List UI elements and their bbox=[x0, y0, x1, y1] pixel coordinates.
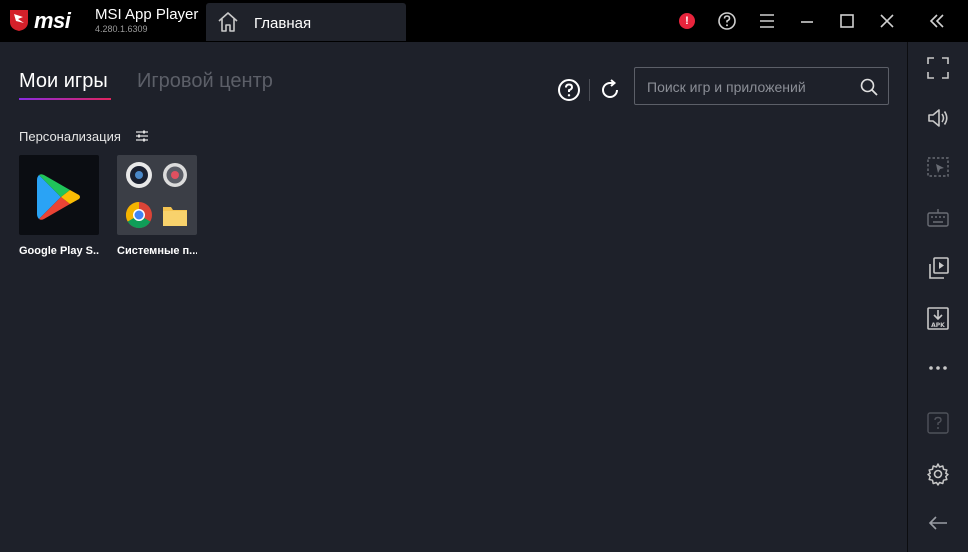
system-apps-folder-icon bbox=[125, 162, 187, 229]
menu-button[interactable] bbox=[755, 9, 779, 33]
right-sidebar: APK bbox=[907, 42, 968, 552]
volume-icon bbox=[928, 109, 948, 127]
app-thumbnail bbox=[117, 155, 197, 235]
refresh-icon bbox=[602, 79, 618, 98]
app-tile-google-play[interactable]: Google Play S... bbox=[19, 155, 99, 257]
media-manager-button[interactable] bbox=[925, 255, 951, 281]
back-arrow-icon bbox=[928, 516, 947, 530]
tab-home-label: Главная bbox=[254, 15, 312, 32]
help-icon bbox=[718, 12, 736, 30]
install-apk-button[interactable]: APK bbox=[925, 305, 951, 331]
back-button[interactable] bbox=[925, 510, 951, 536]
notification-alert-button[interactable]: ! bbox=[675, 9, 699, 33]
tab-my-games[interactable]: Мои игры bbox=[19, 70, 108, 93]
maximize-icon bbox=[840, 14, 854, 28]
active-tab-underline bbox=[19, 98, 111, 100]
more-icon bbox=[929, 366, 947, 370]
apk-install-icon: APK bbox=[927, 307, 949, 330]
close-button[interactable] bbox=[875, 9, 899, 33]
question-circle-icon bbox=[558, 79, 580, 101]
app-thumbnail bbox=[19, 155, 99, 235]
collapse-sidebar-button[interactable] bbox=[925, 9, 949, 33]
section-title: Персонализация bbox=[19, 129, 121, 144]
refresh-button[interactable] bbox=[598, 78, 622, 102]
search-icon[interactable] bbox=[859, 77, 879, 97]
selection-button[interactable] bbox=[925, 155, 951, 181]
app-version: 4.280.1.6309 bbox=[95, 24, 148, 34]
home-icon bbox=[218, 12, 238, 32]
tab-game-center[interactable]: Игровой центр bbox=[137, 70, 273, 93]
double-chevron-left-icon bbox=[929, 14, 944, 28]
main-content: Мои игры Игровой центр Персонализация bbox=[0, 42, 907, 552]
help-icon bbox=[927, 412, 949, 434]
minimize-icon bbox=[801, 21, 813, 23]
msi-dragon-logo-icon bbox=[10, 10, 28, 31]
media-manager-icon bbox=[929, 257, 949, 279]
title-bar: msi MSI App Player 4.280.1.6309 Главная … bbox=[0, 0, 968, 42]
app-title: MSI App Player bbox=[95, 6, 199, 23]
maximize-button[interactable] bbox=[835, 9, 859, 33]
games-help-button[interactable] bbox=[557, 78, 581, 102]
selection-icon bbox=[927, 157, 949, 177]
toolbar-divider bbox=[589, 79, 590, 101]
tab-home[interactable]: Главная bbox=[206, 3, 406, 41]
more-button[interactable] bbox=[925, 355, 951, 381]
personalize-sliders-icon[interactable] bbox=[135, 129, 149, 143]
fullscreen-button[interactable] bbox=[925, 55, 951, 81]
volume-button[interactable] bbox=[925, 105, 951, 131]
hamburger-menu-icon bbox=[760, 14, 774, 28]
search-box bbox=[634, 67, 889, 105]
app-label: Системные п... bbox=[117, 245, 197, 257]
sidebar-help-button[interactable] bbox=[925, 410, 951, 436]
fullscreen-icon bbox=[927, 57, 949, 79]
brand-logo-text: msi bbox=[34, 8, 71, 33]
settings-button[interactable] bbox=[925, 461, 951, 487]
help-button[interactable] bbox=[715, 9, 739, 33]
keyboard-icon bbox=[927, 209, 949, 227]
alert-icon: ! bbox=[679, 13, 695, 29]
app-label: Google Play S... bbox=[19, 245, 99, 257]
search-input[interactable] bbox=[647, 77, 847, 97]
close-icon bbox=[880, 14, 894, 28]
settings-icon bbox=[927, 463, 949, 486]
minimize-button[interactable] bbox=[795, 9, 819, 33]
keyboard-button[interactable] bbox=[925, 205, 951, 231]
google-play-icon bbox=[37, 174, 80, 220]
app-tile-system-apps[interactable]: Системные п... bbox=[117, 155, 197, 257]
svg-text:APK: APK bbox=[931, 322, 945, 329]
